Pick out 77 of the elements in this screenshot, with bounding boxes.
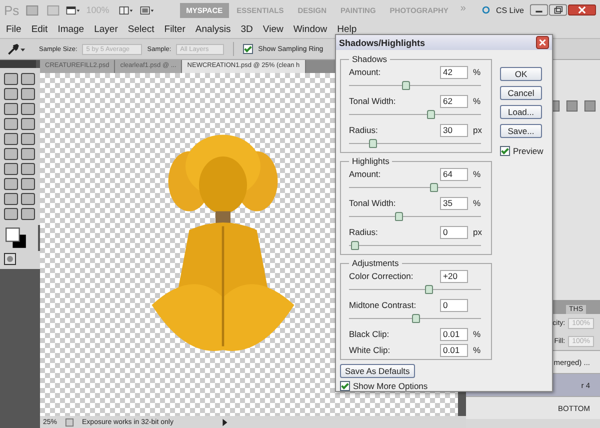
setting-label: Tonal Width: (349, 96, 397, 106)
screen-mode-icon[interactable] (140, 4, 154, 16)
sampling-ring-checkbox[interactable] (243, 44, 254, 54)
slider-thumb[interactable] (394, 212, 403, 221)
setting-label: Black Clip: (349, 329, 390, 339)
value-field[interactable]: 64 (440, 168, 468, 180)
slider-thumb[interactable] (430, 183, 438, 192)
value-field[interactable]: 0.01 (440, 328, 468, 340)
app-logo: Ps (4, 2, 20, 18)
value-field[interactable]: 0 (440, 298, 468, 312)
menu-item[interactable]: Help (337, 24, 357, 34)
unit-label: % (473, 96, 481, 106)
eyedropper-icon[interactable] (6, 42, 26, 56)
slider-thumb[interactable] (426, 110, 435, 119)
slider-thumb[interactable] (412, 314, 420, 323)
menu-item[interactable]: 3D (240, 24, 253, 34)
close-icon[interactable] (536, 36, 549, 49)
panel-icon[interactable] (584, 100, 596, 112)
value-field[interactable]: 35 (440, 196, 468, 210)
setting-label: Midtone Contrast: (349, 300, 418, 310)
slider-thumb[interactable] (351, 241, 359, 250)
menu-item[interactable]: Select (128, 24, 154, 34)
color-swatch-icon[interactable] (0, 225, 38, 251)
value-field[interactable]: 62 (440, 94, 468, 108)
slider-thumb[interactable] (402, 81, 410, 90)
menu-item[interactable]: Edit (31, 24, 48, 34)
setting-label: Amount: (349, 67, 382, 77)
unit-label: % (473, 198, 481, 208)
panel-icon[interactable] (566, 100, 578, 112)
setting-label: Color Correction: (349, 271, 414, 281)
unit-label: % (473, 169, 481, 179)
close-icon[interactable] (568, 4, 596, 16)
unit-label: % (473, 345, 481, 355)
menu-item[interactable]: Filter (164, 24, 186, 34)
group-title: Highlights (351, 156, 390, 166)
value-field[interactable]: 42 (440, 66, 468, 78)
menu-item[interactable]: File (6, 24, 22, 34)
setting-label: Radius: (349, 227, 379, 237)
cs-live-menu[interactable]: CS Live (496, 6, 524, 14)
menu-item[interactable]: Window (293, 24, 328, 34)
show-more-options-label: Show More Options (353, 381, 428, 391)
quick-mask-icon[interactable] (0, 251, 42, 269)
group-title: Adjustments (351, 258, 400, 268)
minimize-icon[interactable] (530, 4, 548, 16)
dialog-button[interactable]: Save... (500, 124, 542, 138)
setting-label: Tonal Width: (349, 198, 397, 208)
arrange-documents-icon[interactable] (119, 4, 134, 16)
slider-thumb[interactable] (425, 285, 434, 294)
value-field[interactable]: 0.01 (440, 344, 468, 356)
dialog-button[interactable]: Load... (500, 105, 542, 119)
preview-label: Preview (513, 146, 544, 156)
view-extras-icon[interactable] (66, 4, 80, 16)
value-field[interactable]: 0 (440, 226, 468, 238)
group-title: Shadows (351, 54, 388, 64)
setting-label: Amount: (349, 169, 382, 179)
unit-label: px (473, 227, 482, 237)
save-defaults-button[interactable]: Save As Defaults (340, 364, 415, 378)
unit-label: % (473, 329, 481, 339)
panel-header (0, 60, 36, 68)
unit-label: px (473, 125, 482, 135)
slider-thumb[interactable] (369, 139, 378, 148)
dialog-button[interactable]: Cancel (500, 86, 542, 100)
dialog-button[interactable]: OK (500, 67, 542, 81)
value-field[interactable]: +20 (440, 270, 468, 282)
menu-item[interactable]: View (262, 24, 284, 34)
menu-item[interactable]: Analysis (195, 24, 231, 34)
show-more-options-checkbox[interactable] (340, 381, 350, 391)
setting-label: Radius: (349, 125, 379, 135)
ring-icon (482, 5, 490, 15)
preview-checkbox[interactable] (500, 146, 510, 156)
restore-icon[interactable] (549, 4, 567, 16)
value-field[interactable]: 30 (440, 124, 468, 136)
unit-label: % (473, 67, 481, 77)
dialog-title: Shadows/Highlights (339, 38, 426, 48)
menu-item[interactable]: Image (58, 24, 84, 34)
setting-label: White Clip: (349, 345, 392, 355)
menu-item[interactable]: Layer (94, 24, 118, 34)
